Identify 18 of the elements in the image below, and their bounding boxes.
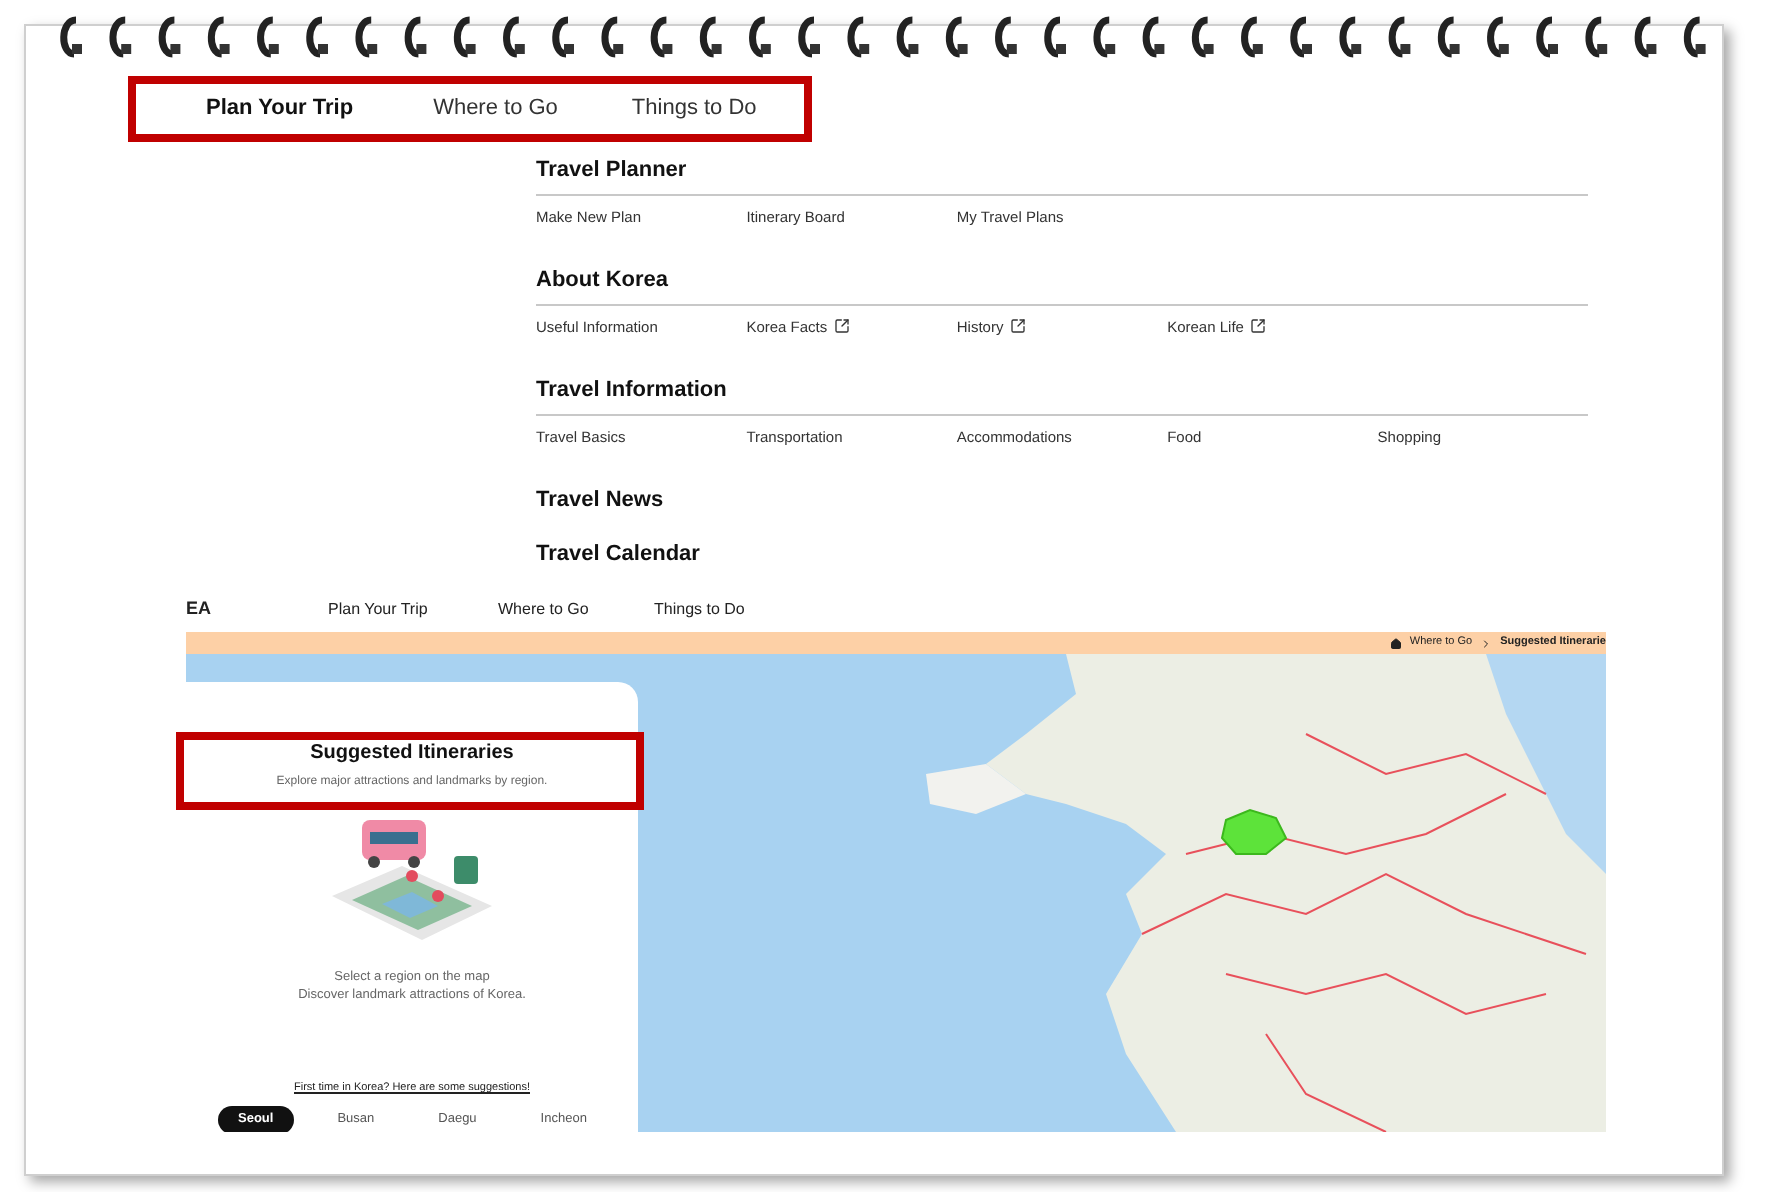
nav-link[interactable]: Where to Go: [498, 598, 654, 622]
external-link-icon: [1009, 318, 1026, 335]
section-title: Travel Calendar: [536, 540, 702, 570]
section-title: Travel Planner: [536, 154, 1588, 195]
external-link-icon: [1249, 318, 1266, 335]
nav-link[interactable]: Things to Do: [631, 92, 757, 126]
nav-link[interactable]: Plan Your Trip: [328, 598, 498, 622]
nav-link[interactable]: Things to Do: [654, 598, 810, 622]
panel-title: Suggested Itineraries: [310, 740, 514, 768]
site-logo: EA: [186, 596, 214, 623]
chevron-icon: [1480, 637, 1493, 649]
external-link-icon: [833, 318, 850, 335]
nav-link[interactable]: Where to Go: [433, 92, 558, 126]
section-title: Travel News: [536, 486, 666, 516]
home-icon: [1389, 637, 1402, 649]
nav-link[interactable]: Plan Your Trip: [206, 92, 354, 126]
section-title: About Korea: [536, 264, 1588, 305]
section-title: Travel Information: [536, 374, 1588, 415]
